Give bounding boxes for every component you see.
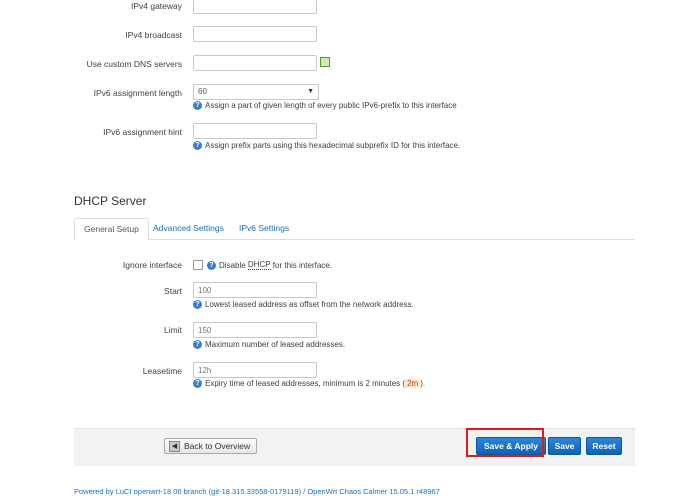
custom-dns-label: Use custom DNS servers	[86, 59, 182, 69]
ignore-interface-checkbox[interactable]	[193, 260, 203, 270]
dhcp-tabs: General Setup Advanced Settings IPv6 Set…	[74, 218, 635, 240]
save-apply-highlight	[466, 428, 544, 457]
ipv6-assignment-hint-help-text: Assign prefix parts using this hexadecim…	[205, 141, 461, 150]
add-dns-icon[interactable]	[320, 57, 330, 67]
info-icon: ?	[193, 141, 202, 150]
ipv6-assignment-length-help-text: Assign a part of given length of every p…	[205, 101, 457, 110]
leasetime-min-code: 2m	[405, 379, 421, 388]
ipv6-assignment-length-help: ? Assign a part of given length of every…	[193, 101, 457, 110]
leasetime-help: ? Expiry time of leased addresses, minim…	[193, 379, 425, 388]
info-icon: ?	[193, 101, 202, 110]
leasetime-help-suffix: ).	[420, 379, 426, 388]
ignore-interface-help-prefix: Disable	[219, 260, 248, 270]
back-to-overview-button[interactable]: ◀ Back to Overview	[164, 438, 258, 454]
dhcp-abbr: DHCP	[247, 260, 271, 270]
leasetime-label: Leasetime	[142, 366, 182, 376]
start-help: ? Lowest leased address as offset from t…	[193, 300, 414, 309]
info-icon: ?	[193, 300, 202, 309]
start-help-text: Lowest leased address as offset from the…	[205, 300, 414, 309]
limit-label: Limit	[164, 325, 182, 335]
info-icon: ?	[193, 340, 202, 349]
ipv6-assignment-hint-input[interactable]	[193, 123, 317, 139]
ipv4-gateway-label: IPv4 gateway	[130, 1, 182, 11]
limit-help: ? Maximum number of leased addresses.	[193, 340, 345, 349]
ignore-interface-label: Ignore interface	[122, 260, 182, 270]
save-button[interactable]: Save	[548, 437, 581, 455]
reset-button[interactable]: Reset	[586, 437, 622, 455]
ignore-interface-help-suffix: for this interface.	[270, 260, 332, 270]
ipv4-broadcast-label: IPv4 broadcast	[125, 30, 182, 40]
ipv6-assignment-length-select[interactable]: 60 ▼	[193, 84, 319, 100]
start-label: Start	[164, 286, 182, 296]
ignore-interface-help: ? Disable DHCP for this interface.	[207, 260, 332, 270]
tab-advanced-settings[interactable]: Advanced Settings	[144, 218, 233, 238]
ipv6-assignment-length-label: IPv6 assignment length	[93, 88, 182, 98]
leasetime-input[interactable]	[193, 362, 317, 378]
ipv4-broadcast-input[interactable]	[193, 26, 317, 42]
info-icon: ?	[193, 379, 202, 388]
dhcp-server-title: DHCP Server	[74, 194, 147, 208]
limit-input[interactable]	[193, 322, 317, 338]
chevron-down-icon: ▼	[307, 88, 314, 95]
back-arrow-icon: ◀	[169, 440, 180, 452]
ipv6-assignment-hint-label: IPv6 assignment hint	[103, 127, 182, 137]
ipv6-assignment-length-value: 60	[198, 87, 207, 96]
custom-dns-input[interactable]	[193, 55, 317, 71]
tab-general-setup[interactable]: General Setup	[74, 218, 149, 240]
leasetime-help-prefix: Expiry time of leased addresses, minimum…	[205, 379, 406, 388]
limit-help-text: Maximum number of leased addresses.	[205, 340, 346, 349]
start-input[interactable]	[193, 282, 317, 298]
ipv6-assignment-hint-help: ? Assign prefix parts using this hexadec…	[193, 141, 460, 150]
back-to-overview-label: Back to Overview	[184, 441, 251, 451]
ipv4-gateway-input[interactable]	[193, 0, 317, 14]
tab-ipv6-settings[interactable]: IPv6 Settings	[230, 218, 298, 238]
info-icon: ?	[207, 260, 216, 270]
